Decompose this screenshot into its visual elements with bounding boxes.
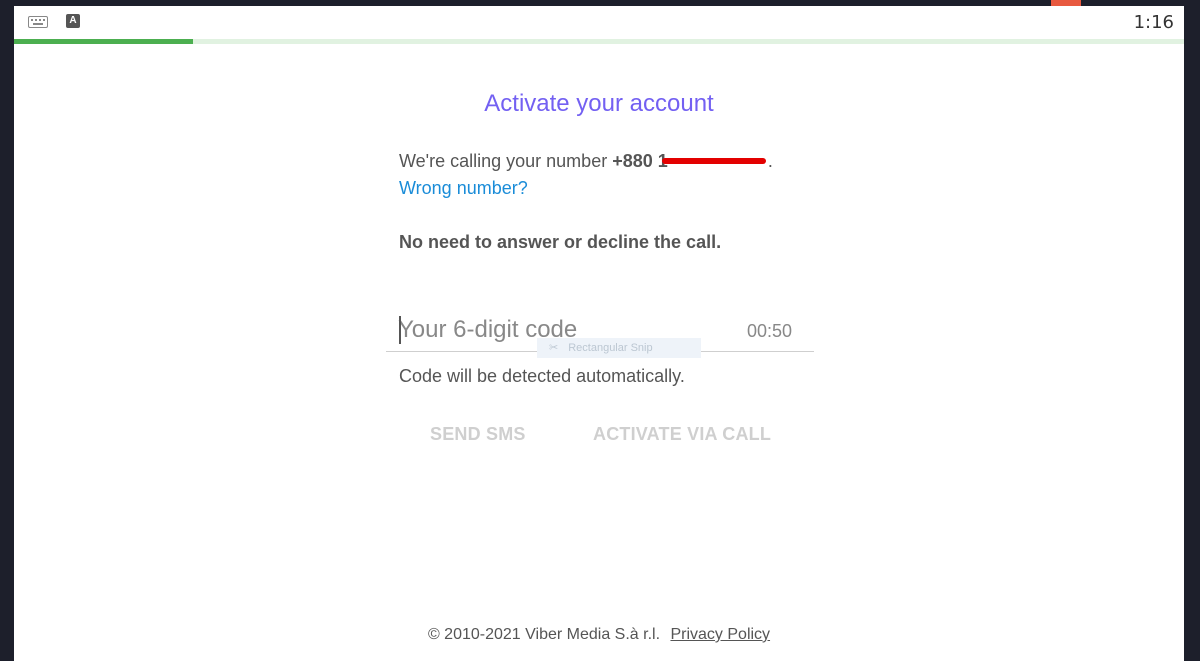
activation-screen: A 1:16 Activate your account We're calli… <box>14 6 1184 661</box>
snip-overlay: ✂ Rectangular Snip <box>537 338 701 358</box>
code-timer: 00:50 <box>747 321 793 341</box>
auto-detect-notice: Code will be detected automatically. <box>399 366 685 386</box>
text-caret <box>399 316 401 344</box>
activate-via-call-button[interactable]: ACTIVATE VIA CALL <box>593 424 771 445</box>
country-code: +880 <box>612 151 653 171</box>
copyright-text: © 2010-2021 Viber Media S.à r.l. <box>427 626 661 643</box>
privacy-policy-link[interactable]: Privacy Policy <box>670 626 770 643</box>
send-sms-button[interactable]: SEND SMS <box>430 424 526 445</box>
no-need-notice: No need to answer or decline the call. <box>399 232 722 252</box>
status-bar: A 1:16 <box>14 6 1184 38</box>
progress-fill <box>14 39 193 44</box>
status-clock: 1:16 <box>1133 12 1174 33</box>
keyboard-icon <box>28 16 48 28</box>
page-title: Activate your account <box>484 90 714 117</box>
calling-suffix: . <box>767 151 773 171</box>
calling-message: We're calling your number +880 1 . <box>399 151 773 172</box>
scissors-icon: ✂ <box>549 342 559 354</box>
progress-track <box>14 39 1184 44</box>
redacted-phone-number: 1 <box>658 151 768 172</box>
footer: © 2010-2021 Viber Media S.à r.l. Privacy… <box>14 626 1184 644</box>
wrong-number-link[interactable]: Wrong number? <box>399 178 528 199</box>
calling-prefix: We're calling your number <box>399 151 608 171</box>
snip-label: Rectangular Snip <box>568 342 653 354</box>
a-icon: A <box>66 14 80 28</box>
